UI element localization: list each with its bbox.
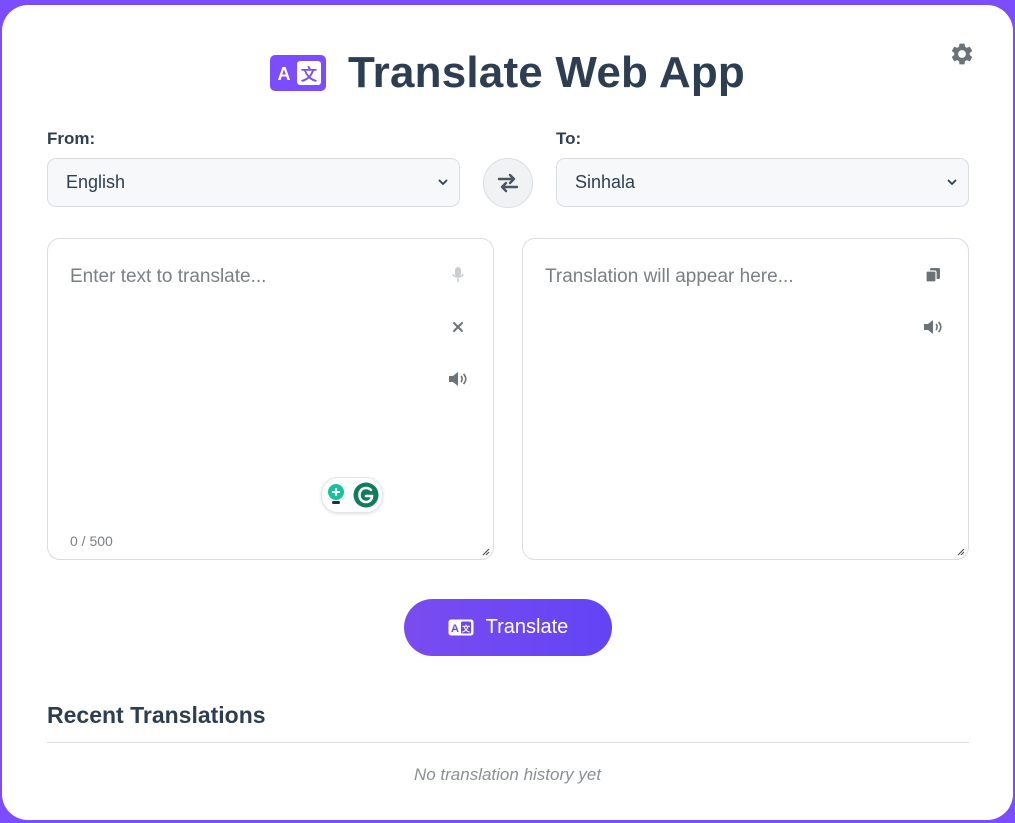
translate-icon: A 文 <box>448 619 474 636</box>
app-card: A 文 Translate Web App From: To: English … <box>2 5 1013 820</box>
chevron-down-icon <box>438 179 448 186</box>
swap-languages-button[interactable] <box>483 158 533 208</box>
source-text-area[interactable]: Enter text to translate... 0 / 500 <box>47 238 494 560</box>
character-counter: 0 / 500 <box>70 533 113 549</box>
from-label: From: <box>47 129 96 148</box>
copy-icon <box>925 268 940 283</box>
svg-text:文: 文 <box>301 65 318 84</box>
source-placeholder: Enter text to translate... <box>70 266 267 287</box>
page-title: Translate Web App <box>347 48 746 97</box>
lightbulb-icon <box>327 484 344 504</box>
svg-text:文: 文 <box>462 624 471 634</box>
output-placeholder: Translation will appear here... <box>545 266 794 287</box>
chevron-down-icon <box>947 179 957 186</box>
to-language-value: Sinhala <box>575 172 636 192</box>
svg-text:A: A <box>451 623 459 635</box>
from-language-select[interactable]: English <box>47 158 460 207</box>
grammarly-icon <box>353 482 378 508</box>
swap-icon <box>497 173 519 193</box>
grammarly-widget[interactable] <box>321 477 383 513</box>
speaker-icon <box>924 320 942 334</box>
microphone-button[interactable] <box>448 265 468 285</box>
speaker-icon <box>449 372 467 386</box>
divider <box>47 742 969 743</box>
source-speak-button[interactable] <box>448 369 468 389</box>
to-language-select[interactable]: Sinhala <box>556 158 969 207</box>
clear-icon <box>453 322 463 332</box>
to-label: To: <box>556 129 582 148</box>
output-speak-button[interactable] <box>923 317 943 337</box>
recent-translations-heading: Recent Translations <box>47 702 266 728</box>
svg-text:A: A <box>277 64 290 84</box>
resize-handle-icon[interactable] <box>955 546 965 556</box>
translation-output-area[interactable]: Translation will appear here... <box>522 238 969 560</box>
translate-button[interactable]: A 文 Translate <box>404 599 612 656</box>
history-empty-message: No translation history yet <box>413 765 602 784</box>
translate-button-label: Translate <box>485 616 569 638</box>
from-language-value: English <box>66 172 126 192</box>
gear-icon <box>951 43 973 65</box>
microphone-icon <box>452 267 464 282</box>
translate-logo-icon: A 文 <box>269 55 326 91</box>
clear-button[interactable] <box>448 317 468 337</box>
resize-handle-icon[interactable] <box>480 546 490 556</box>
copy-button[interactable] <box>923 265 943 285</box>
header: A 文 Translate Web App <box>2 45 1013 101</box>
settings-button[interactable] <box>949 41 975 67</box>
